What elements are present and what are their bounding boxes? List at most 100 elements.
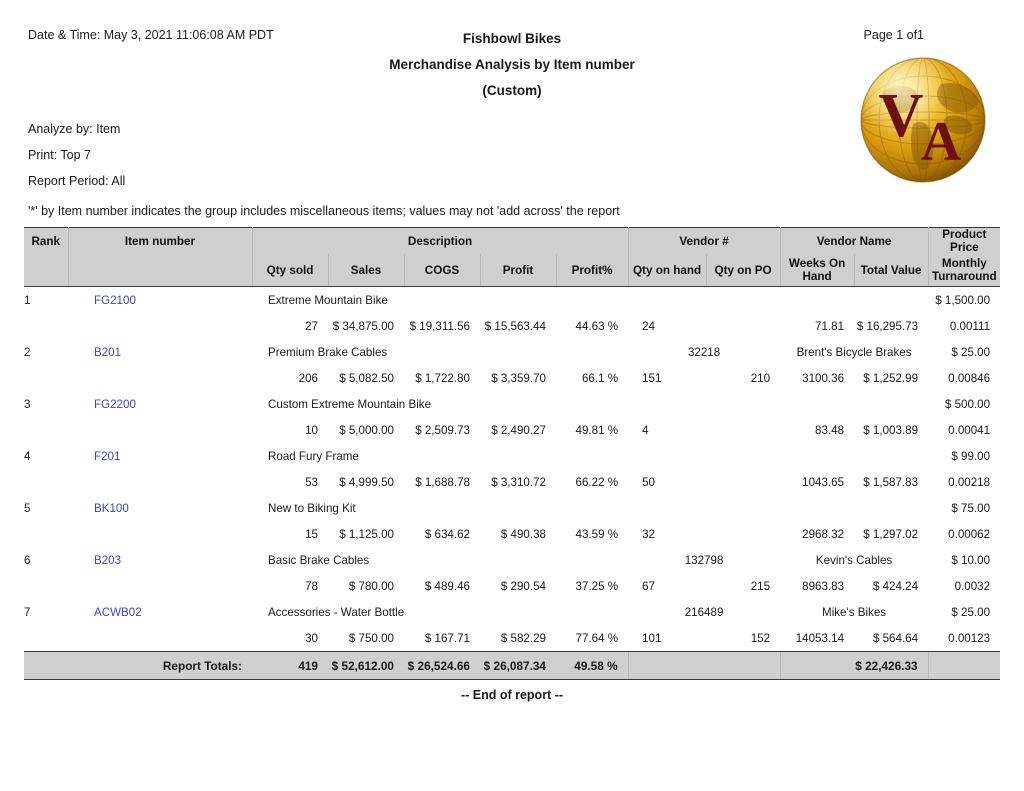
report-table-container: Rank Item number Description Vendor # Ve… [24, 227, 1001, 680]
cell-description: Custom Extreme Mountain Bike [268, 397, 432, 411]
cell-vendor-name [780, 495, 928, 521]
cell-rank: 1 [24, 293, 31, 307]
cell-qty-sold: 27 [305, 319, 318, 333]
totals-profit-pct: 49.58 % [556, 651, 629, 680]
cell-monthly-turnaround: 0.00846 [948, 371, 991, 385]
param-analyze-by: Analyze by: Item [28, 122, 121, 136]
col-header-description: Description [251, 227, 629, 254]
totals-qty-sold: 419 [252, 651, 328, 680]
table-header-row-bottom: Qty sold Sales COGS Profit Profit% Qty o… [24, 254, 1001, 287]
table-row: 5 BK100 New to Biking Kit $ 75.00 [24, 495, 1000, 521]
cell-rank: 5 [24, 501, 31, 515]
cell-blank-rank [24, 469, 68, 495]
cell-item-number: FG2100 [68, 287, 252, 314]
cell-cogs: $ 2,509.73 [415, 423, 470, 437]
table-row: 4 F201 Road Fury Frame $ 99.00 [24, 443, 1000, 469]
cell-blank-item [68, 365, 252, 391]
cell-blank-rank [24, 625, 68, 652]
weeks-on-hand-line1: Weeks On [788, 257, 846, 270]
cell-profit-pct: 37.25 % [575, 579, 619, 593]
totals-blank-rank [24, 651, 68, 680]
col-subheader-blank-rank [24, 254, 68, 287]
cell-qty-on-po: 210 [750, 371, 771, 385]
cell-sales: $ 1,125.00 [339, 527, 394, 541]
cell-description: Basic Brake Cables [268, 553, 370, 567]
cell-weeks-on-hand: 71.81 [815, 319, 845, 333]
cell-weeks-on-hand: 8963.83 [802, 579, 845, 593]
cell-weeks-on-hand: 83.48 [815, 423, 845, 437]
param-print: Print: Top 7 [28, 148, 92, 162]
cell-vendor-number [628, 443, 780, 469]
cell-profit: $ 15,563.44 [484, 319, 546, 333]
cell-sales: $ 4,999.50 [339, 475, 394, 489]
cell-profit: $ 582.29 [500, 631, 546, 645]
cell-profit: $ 3,359.70 [491, 371, 546, 385]
cell-sales: $ 5,000.00 [339, 423, 394, 437]
cell-product-price: $ 75.00 [951, 501, 991, 515]
cell-cogs: $ 489.46 [424, 579, 470, 593]
table-row: 3 FG2200 Custom Extreme Mountain Bike $ 500… [24, 391, 1000, 417]
cell-product-price: $ 500.00 [944, 397, 991, 411]
logo-letter-v: V [879, 82, 924, 150]
cell-sales: $ 5,082.50 [339, 371, 394, 385]
cell-profit-pct: 66.1 % [581, 371, 619, 385]
table-row: 7 ACWB02 Accessories - Water Bottle 216489 M… [24, 599, 1000, 625]
item-number-link[interactable]: F201 [68, 450, 120, 463]
item-number-link[interactable]: BK100 [68, 502, 129, 515]
item-number-link[interactable]: B203 [68, 554, 121, 567]
cell-total-value: $ 1,297.02 [863, 527, 919, 541]
cell-sales: $ 780.00 [348, 579, 394, 593]
cell-vendor-name [780, 287, 928, 314]
item-number-link[interactable]: B201 [68, 346, 121, 359]
cell-qty-sold: 15 [305, 527, 318, 541]
col-subheader-total-value: Total Value [853, 254, 929, 287]
cell-blank-rank [24, 521, 68, 547]
totals-sales: $ 52,612.00 [328, 651, 404, 680]
cell-qty-on-hand: 101 [642, 631, 662, 645]
cell-qty-on-po [706, 521, 780, 547]
cell-cogs: $ 19,311.56 [409, 319, 470, 333]
cell-qty-on-hand: 4 [642, 423, 649, 437]
col-subheader-profit: Profit [479, 254, 556, 287]
cell-total-value: $ 1,003.89 [863, 423, 919, 437]
col-header-vendor-name: Vendor Name [779, 227, 929, 254]
cell-qty-on-po: 215 [750, 579, 771, 593]
cell-item-number: F201 [68, 443, 252, 469]
cell-total-value: $ 16,295.73 [856, 319, 919, 333]
table-row: 2 B201 Premium Brake Cables 32218 Brent's Bi… [24, 339, 1000, 365]
cell-item-number: B203 [68, 547, 252, 573]
cell-product-price: $ 1,500.00 [935, 293, 991, 307]
report-totals-row: Report Totals: 419 $ 52,612.00 $ 26,524.… [24, 651, 1001, 680]
cell-blank-rank [24, 417, 68, 443]
totals-cogs: $ 26,524.66 [404, 651, 480, 680]
cell-qty-sold: 30 [305, 631, 318, 645]
cell-qty-on-po [706, 469, 780, 495]
cell-item-number: B201 [68, 339, 252, 365]
cell-weeks-on-hand: 14053.14 [795, 631, 845, 645]
item-number-link[interactable]: FG2200 [68, 398, 136, 411]
cell-blank-item [68, 417, 252, 443]
cell-monthly-turnaround: 0.00123 [948, 631, 991, 645]
totals-blank-weeks [779, 651, 855, 680]
cell-profit-pct: 44.63 % [575, 319, 619, 333]
cell-cogs: $ 634.62 [424, 527, 470, 541]
cell-monthly-turnaround: 0.00062 [948, 527, 991, 541]
totals-total-value: $ 22,426.33 [854, 651, 929, 680]
page-number: Page 1 of1 [863, 28, 924, 42]
cell-rank: 4 [24, 449, 31, 463]
table-row: 206 $ 5,082.50 $ 1,722.80 $ 3,359.70 66.1 % 1… [24, 365, 1000, 391]
cell-product-price: $ 25.00 [951, 605, 991, 619]
cell-profit: $ 490.38 [500, 527, 546, 541]
cell-total-value: $ 1,252.99 [863, 371, 919, 385]
company-name: Fishbowl Bikes [462, 31, 562, 46]
cell-profit-pct: 43.59 % [575, 527, 619, 541]
cell-vendor-number [628, 495, 780, 521]
table-row: 15 $ 1,125.00 $ 634.62 $ 490.38 43.59 % 32 296… [24, 521, 1000, 547]
cell-monthly-turnaround: 0.00111 [949, 319, 991, 333]
logo-letter-a: A [921, 111, 962, 173]
item-number-link[interactable]: FG2100 [68, 294, 136, 307]
item-number-link[interactable]: ACWB02 [68, 606, 142, 619]
cell-rank: 2 [24, 345, 31, 359]
cell-sales: $ 750.00 [348, 631, 394, 645]
cell-profit-pct: 49.81 % [575, 423, 619, 437]
